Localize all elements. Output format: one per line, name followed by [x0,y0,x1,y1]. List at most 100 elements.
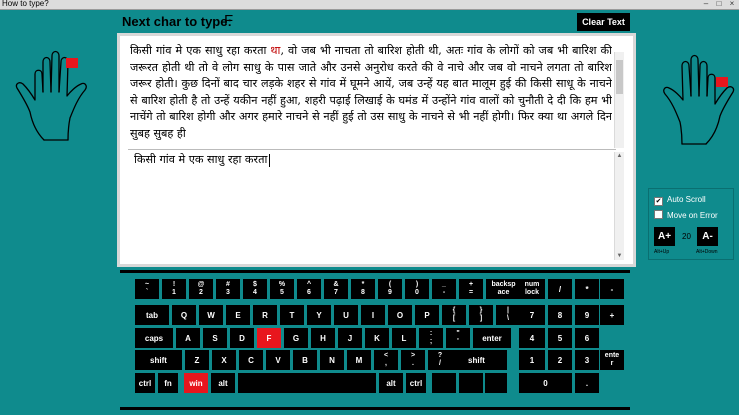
key-s[interactable]: S [203,328,227,348]
key-n[interactable]: N [320,350,344,370]
key-4[interactable]: 4 [519,328,545,348]
key-a[interactable]: A [176,328,200,348]
key-shift[interactable]: shift [446,350,507,370]
key-[interactable]: * [575,279,599,299]
key-k[interactable]: K [365,328,389,348]
key-v[interactable]: V [266,350,290,370]
key-blank[interactable] [432,373,456,393]
key-g[interactable]: G [284,328,308,348]
key-caps[interactable]: caps [135,328,173,348]
key-shift[interactable]: shift [135,350,182,370]
key-2[interactable]: 2 [548,350,572,370]
key-7[interactable]: & 7 [324,279,348,299]
key-[interactable]: <, [374,350,398,370]
key-[interactable]: + [600,305,624,325]
move-on-error-option[interactable]: Move on Error [654,210,718,220]
key-9[interactable]: (9 [378,279,402,299]
key-h[interactable]: H [311,328,335,348]
maximize-icon[interactable]: □ [713,0,725,8]
key-d[interactable]: D [230,328,254,348]
scroll-up-icon[interactable]: ▲ [615,152,624,160]
key-p[interactable]: P [415,305,439,325]
key-2[interactable]: @2 [189,279,213,299]
font-increase-button[interactable]: A+ [654,227,675,246]
key-0[interactable]: ) 0 [405,279,429,299]
key-backspace[interactable]: backsp ace [486,279,521,299]
move-on-error-checkbox[interactable] [654,210,663,219]
key-j[interactable]: J [338,328,362,348]
key-5[interactable]: % 5 [270,279,294,299]
key-numlock[interactable]: num lock [519,279,545,299]
key-win[interactable]: win [184,373,208,393]
key-ctrl[interactable]: ctrl [406,373,426,393]
scroll-down-icon[interactable]: ▼ [615,252,624,260]
key-[interactable]: >. [401,350,425,370]
key-u[interactable]: U [334,305,358,325]
key-label: + [609,310,615,320]
key-y[interactable]: Y [307,305,331,325]
key-tab[interactable]: tab [135,305,169,325]
key-c[interactable]: C [239,350,263,370]
key-[interactable]: _ - [432,279,456,299]
key-blank[interactable] [238,373,376,393]
key-3[interactable]: 3 [575,350,599,370]
key-z[interactable]: Z [185,350,209,370]
key-alt[interactable]: alt [379,373,403,393]
key-[interactable]: | \ [496,305,520,325]
key-1[interactable]: ! 1 [162,279,186,299]
key-e[interactable]: E [226,305,250,325]
key-enter[interactable]: enter [600,350,624,370]
minimize-icon[interactable]: – [700,0,712,8]
key-[interactable]: {[ [442,305,466,325]
key-b[interactable]: B [293,350,317,370]
input-scrollbar[interactable]: ▲ ▼ [614,152,624,260]
key-[interactable]: - [600,279,624,299]
key-1[interactable]: 1 [519,350,545,370]
typed-text-input[interactable]: किसी गांव मे एक साधु रहा करता [134,152,271,167]
key-blank[interactable] [459,373,483,393]
key-m[interactable]: M [347,350,371,370]
key-8[interactable]: * 8 [351,279,375,299]
key-6[interactable]: ^ 6 [297,279,321,299]
key-[interactable]: :; [419,328,443,348]
key-0[interactable]: 0 [519,373,572,393]
auto-scroll-option[interactable]: ✔ Auto Scroll [654,195,706,206]
key-t[interactable]: T [280,305,304,325]
virtual-keyboard: ~ `! 1 @2 #3 $4% 5 ^ 6 & 7 * 8(9) 0 _ - + = backsp ace tab Q W… [135,279,624,395]
key-f[interactable]: F [257,328,281,348]
clear-text-button[interactable]: Clear Text [577,13,630,31]
key-o[interactable]: O [388,305,412,325]
key-[interactable]: + = [459,279,483,299]
key-alt[interactable]: alt [211,373,235,393]
key-[interactable]: ~ ` [135,279,159,299]
close-icon[interactable]: × [726,0,738,8]
key-enter[interactable]: enter [473,328,511,348]
key-5[interactable]: 5 [548,328,572,348]
source-scroll-thumb[interactable] [616,60,623,94]
key-ctrl[interactable]: ctrl [135,373,155,393]
key-w[interactable]: W [199,305,223,325]
key-x[interactable]: X [212,350,236,370]
key-6[interactable]: 6 [575,328,599,348]
auto-scroll-checkbox[interactable]: ✔ [654,197,663,206]
key-fn[interactable]: fn [158,373,178,393]
key-8[interactable]: 8 [548,305,572,325]
key-l[interactable]: L [392,328,416,348]
key-4[interactable]: $4 [243,279,267,299]
key-space[interactable] [485,373,507,393]
key-7[interactable]: 7 [519,305,545,325]
key-9[interactable]: 9 [575,305,599,325]
font-decrease-button[interactable]: A- [697,227,718,246]
options-panel: ✔ Auto Scroll Move on Error A+ 20 A- Alt+… [648,188,734,260]
key-[interactable]: / [548,279,572,299]
key-[interactable]: . [575,373,599,393]
key-[interactable]: }] [469,305,493,325]
source-scrollbar[interactable] [614,52,624,148]
key-label: 9 [584,310,590,320]
key-q[interactable]: Q [172,305,196,325]
key-3[interactable]: #3 [216,279,240,299]
key-i[interactable]: I [361,305,385,325]
key-[interactable]: " ' [446,328,470,348]
key-r[interactable]: R [253,305,277,325]
key-sublabel: / [439,360,441,367]
